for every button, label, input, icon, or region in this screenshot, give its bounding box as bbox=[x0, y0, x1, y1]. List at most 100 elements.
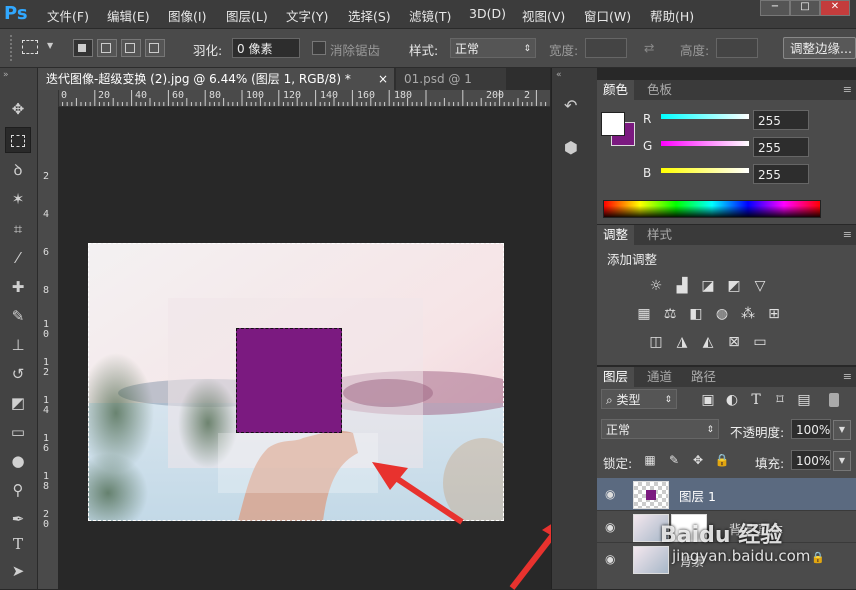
tab-color[interactable]: 颜色 bbox=[597, 80, 635, 100]
blue-slider[interactable] bbox=[661, 168, 749, 173]
posterize-icon[interactable]: ◮ bbox=[673, 333, 691, 351]
restore-button[interactable]: □ bbox=[790, 0, 820, 16]
selective-color-icon[interactable]: ⊠ bbox=[725, 333, 743, 351]
tab-styles[interactable]: 样式 bbox=[641, 225, 678, 245]
color-lookup-icon[interactable]: ⊞ bbox=[765, 305, 783, 323]
menu-edit[interactable]: 编辑(E) bbox=[107, 6, 150, 25]
swap-icon[interactable]: ⇄ bbox=[644, 40, 654, 55]
brightness-icon[interactable]: ☼ bbox=[647, 277, 665, 295]
close-tab-icon[interactable]: × bbox=[378, 68, 388, 90]
menu-3d[interactable]: 3D(D) bbox=[469, 6, 506, 21]
close-button[interactable]: ✕ bbox=[820, 0, 850, 16]
healing-tool-icon[interactable]: ✚ bbox=[5, 274, 31, 300]
filter-adjustment-icon[interactable]: ◐ bbox=[723, 391, 741, 409]
magic-wand-tool-icon[interactable]: ✶ bbox=[5, 186, 31, 212]
height-input[interactable] bbox=[716, 38, 758, 58]
crop-tool-icon[interactable]: ⌗ bbox=[5, 216, 31, 242]
filter-type-icon[interactable]: T bbox=[747, 391, 765, 409]
tab-layers[interactable]: 图层 bbox=[597, 367, 635, 387]
path-select-tool-icon[interactable]: ➤ bbox=[5, 558, 31, 584]
lasso-tool-icon[interactable]: ꝺ bbox=[5, 157, 31, 183]
width-input[interactable] bbox=[585, 38, 627, 58]
panel-menu-icon[interactable]: ≡ bbox=[843, 370, 852, 383]
channel-mixer-icon[interactable]: ⁂ bbox=[739, 305, 757, 323]
menu-file[interactable]: 文件(F) bbox=[47, 6, 89, 25]
brush-tool-icon[interactable]: ✎ bbox=[5, 303, 31, 329]
layer-filter-select[interactable]: ⌕ 类型 ⇕ bbox=[601, 389, 677, 409]
threshold-icon[interactable]: ◭ bbox=[699, 333, 717, 351]
chevron-down-icon[interactable]: ▼ bbox=[833, 451, 851, 471]
color-balance-icon[interactable]: ⚖ bbox=[661, 305, 679, 323]
dodge-tool-icon[interactable]: ⚲ bbox=[5, 477, 31, 503]
curves-icon[interactable]: ◪ bbox=[699, 277, 717, 295]
new-selection-button[interactable] bbox=[73, 39, 93, 57]
menu-type[interactable]: 文字(Y) bbox=[286, 6, 328, 25]
levels-icon[interactable]: ▟ bbox=[673, 277, 691, 295]
add-selection-button[interactable] bbox=[97, 39, 117, 57]
lock-position-icon[interactable]: ✥ bbox=[689, 451, 707, 469]
move-tool-icon[interactable]: ✥ bbox=[5, 96, 31, 122]
history-brush-tool-icon[interactable]: ↺ bbox=[5, 361, 31, 387]
menu-select[interactable]: 选择(S) bbox=[348, 6, 391, 25]
panel-menu-icon[interactable]: ≡ bbox=[843, 83, 852, 96]
tab-adjustments[interactable]: 调整 bbox=[597, 225, 635, 245]
menu-filter[interactable]: 滤镜(T) bbox=[409, 6, 451, 25]
red-value-input[interactable]: 255 bbox=[753, 110, 809, 130]
exposure-icon[interactable]: ◩ bbox=[725, 277, 743, 295]
layer-row-selected[interactable]: ◉ 图层 1 bbox=[597, 478, 856, 510]
opacity-input[interactable]: 100% bbox=[791, 419, 831, 439]
style-select[interactable]: 正常 ⇕ bbox=[450, 38, 536, 58]
menu-window[interactable]: 窗口(W) bbox=[584, 6, 631, 25]
gradient-map-icon[interactable]: ▭ bbox=[751, 333, 769, 351]
filter-toggle[interactable] bbox=[829, 393, 839, 407]
marquee-preset-icon[interactable] bbox=[22, 40, 38, 54]
refine-edge-button[interactable]: 调整边缘... bbox=[783, 37, 856, 59]
tab-channels[interactable]: 通道 bbox=[641, 367, 678, 387]
visibility-eye-icon[interactable]: ◉ bbox=[605, 487, 615, 501]
black-white-icon[interactable]: ◧ bbox=[687, 305, 705, 323]
blend-mode-select[interactable]: 正常 ⇕ bbox=[601, 419, 719, 439]
collapse-icon[interactable]: » bbox=[3, 70, 9, 80]
menu-help[interactable]: 帮助(H) bbox=[650, 6, 694, 25]
lock-transparent-icon[interactable]: ▦ bbox=[641, 451, 659, 469]
history-icon[interactable]: ↶ bbox=[564, 96, 577, 115]
hue-saturation-icon[interactable]: ▦ bbox=[635, 305, 653, 323]
panel-menu-icon[interactable]: ≡ bbox=[843, 228, 852, 241]
red-slider[interactable] bbox=[661, 114, 749, 119]
menu-image[interactable]: 图像(I) bbox=[168, 6, 206, 25]
eraser-tool-icon[interactable]: ◩ bbox=[5, 390, 31, 416]
blue-value-input[interactable]: 255 bbox=[753, 164, 809, 184]
type-tool-icon[interactable]: T bbox=[5, 531, 31, 557]
expand-icon[interactable]: « bbox=[556, 70, 562, 80]
chevron-down-icon[interactable]: ▼ bbox=[833, 420, 851, 440]
fill-input[interactable]: 100% bbox=[791, 450, 831, 470]
invert-icon[interactable]: ◫ bbox=[647, 333, 665, 351]
rect-marquee-tool-icon[interactable] bbox=[5, 127, 31, 153]
lock-all-icon[interactable]: 🔒 bbox=[713, 451, 731, 469]
eyedropper-tool-icon[interactable]: ⁄ bbox=[5, 245, 31, 271]
menu-layer[interactable]: 图层(L) bbox=[226, 6, 268, 25]
chevron-down-icon[interactable]: ▼ bbox=[47, 41, 53, 50]
menu-view[interactable]: 视图(V) bbox=[522, 6, 565, 25]
lock-pixels-icon[interactable]: ✎ bbox=[665, 451, 683, 469]
tab-swatches[interactable]: 色板 bbox=[641, 80, 678, 100]
tab-document-active[interactable]: 迭代图像-超级变换 (2).jpg @ 6.44% (图层 1, RGB/8) … bbox=[38, 68, 394, 90]
tab-document-2[interactable]: 01.psd @ 1 bbox=[396, 68, 506, 90]
feather-input[interactable]: 0 像素 bbox=[232, 38, 300, 58]
pen-tool-icon[interactable]: ✒ bbox=[5, 506, 31, 532]
clone-stamp-tool-icon[interactable]: ⊥ bbox=[5, 332, 31, 358]
visibility-eye-icon[interactable]: ◉ bbox=[605, 520, 615, 534]
3d-cube-icon[interactable]: ⬢ bbox=[564, 138, 578, 157]
blur-tool-icon[interactable]: ● bbox=[5, 448, 31, 474]
color-spectrum-bar[interactable] bbox=[603, 200, 821, 218]
green-value-input[interactable]: 255 bbox=[753, 137, 809, 157]
gradient-tool-icon[interactable]: ▭ bbox=[5, 419, 31, 445]
filter-smart-object-icon[interactable]: ▤ bbox=[795, 391, 813, 409]
minimize-button[interactable]: − bbox=[760, 0, 790, 16]
photo-filter-icon[interactable]: ◍ bbox=[713, 305, 731, 323]
foreground-swatch[interactable] bbox=[601, 112, 625, 136]
purple-selection-fill[interactable] bbox=[236, 328, 342, 433]
visibility-eye-icon[interactable]: ◉ bbox=[605, 552, 615, 566]
green-slider[interactable] bbox=[661, 141, 749, 146]
vibrance-icon[interactable]: ▽ bbox=[751, 277, 769, 295]
